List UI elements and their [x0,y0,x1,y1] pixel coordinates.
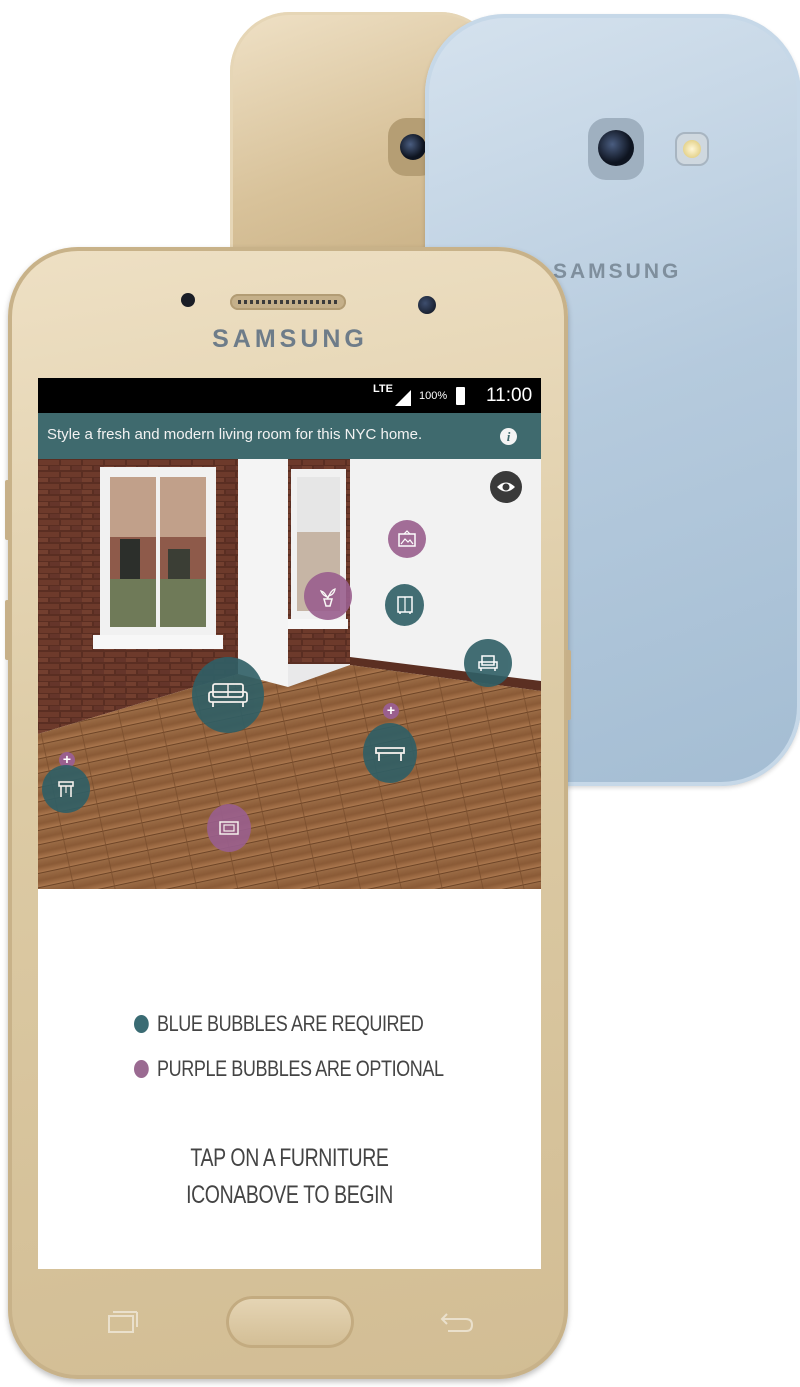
front-brand-logo: SAMSUNG [212,325,368,353]
picture-icon [398,530,416,547]
back-brand-logo: SAMSUNG [553,260,682,283]
wall-art-bubble[interactable] [388,520,426,558]
legend-optional-text: PURPLE BUBBLES ARE OPTIONAL [156,1056,444,1081]
side-table-icon [58,781,74,797]
lte-indicator: LTE [373,383,393,395]
cabinet-icon [396,596,413,614]
legend-required: BLUE BUBBLES ARE REQUIRED [134,1011,424,1037]
armchair-icon [478,655,498,671]
front-camera-icon [418,296,436,314]
rear-camera [588,118,644,180]
armchair-bubble[interactable] [464,639,512,687]
instruction-banner: Style a fresh and modern living room for… [38,413,541,459]
room-scene: + + [38,459,541,889]
camera-lens-icon [598,130,634,166]
info-icon[interactable]: i [500,428,517,445]
blue-dot-icon [134,1015,149,1033]
proximity-sensor [181,293,195,307]
cabinet-bubble[interactable] [385,584,424,626]
plant-bubble[interactable] [304,572,352,620]
purple-dot-icon [134,1060,149,1078]
phone-screen: LTE 100% 11:00 Style a fresh and modern … [38,378,541,1269]
volume-button [5,600,10,660]
battery-icon [456,387,465,405]
table-icon [375,747,405,761]
home-button[interactable] [226,1296,354,1348]
room-photo [38,459,541,889]
eye-icon[interactable] [490,471,522,503]
status-bar: LTE 100% 11:00 [38,378,541,413]
rug-icon [219,821,239,835]
banner-text: Style a fresh and modern living room for… [47,426,423,443]
side-table-bubble[interactable] [42,765,90,813]
add-coffee-table-icon[interactable]: + [383,703,399,719]
rug-bubble[interactable] [207,804,251,852]
cta-line-1: TAP ON A FURNITURE [190,1144,389,1172]
sofa-icon [208,683,248,707]
signal-icon [395,390,411,406]
status-time: 11:00 [486,385,533,406]
back-icon[interactable] [436,1309,476,1337]
volume-button [5,480,10,540]
battery-percent: 100% [419,390,448,402]
sofa-bubble[interactable] [192,657,264,733]
legend-required-text: BLUE BUBBLES ARE REQUIRED [156,1011,424,1036]
power-button [566,650,571,720]
coffee-table-bubble[interactable] [363,723,417,783]
legend-optional: PURPLE BUBBLES ARE OPTIONAL [134,1056,444,1082]
flash-icon [675,132,709,166]
earpiece-speaker [230,294,346,310]
plant-icon [319,588,336,607]
camera-lens-icon [400,134,426,160]
cta-line-2: ICONABOVE TO BEGIN [186,1181,393,1209]
recent-apps-icon[interactable] [104,1309,140,1337]
